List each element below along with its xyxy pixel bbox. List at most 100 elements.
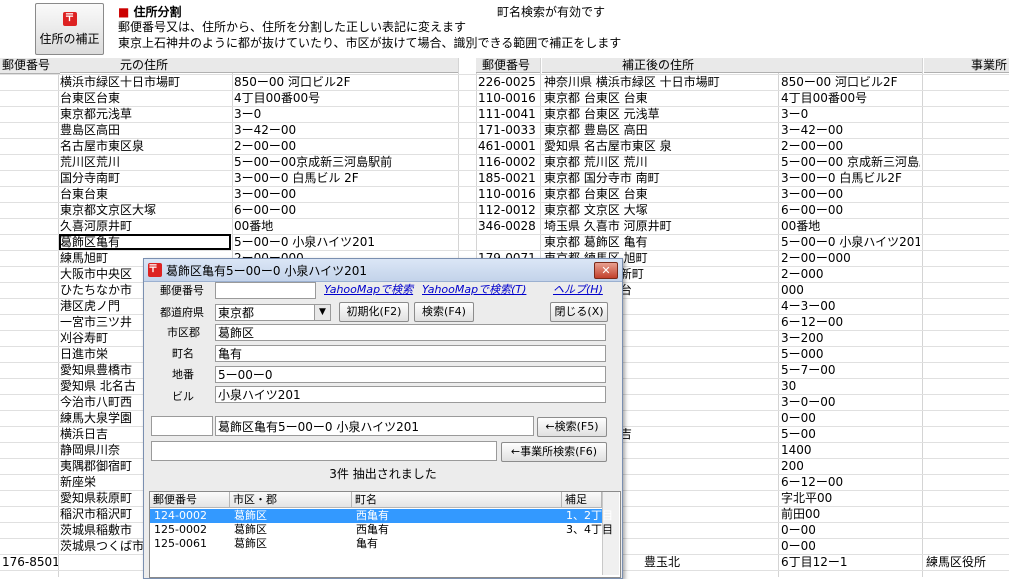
last-row-postal-left[interactable]: 176-8501 — [2, 554, 58, 570]
chevron-down-icon[interactable]: ▼ — [314, 305, 330, 320]
header-postal-right[interactable]: 郵便番号 — [476, 58, 540, 73]
corrected-detail-cell[interactable]: 850ー00 河口ビル2F — [781, 74, 920, 90]
corrected-postal-cell[interactable]: 461-0001 — [478, 138, 540, 154]
corrected-detail-cell[interactable]: 2ー00ー000 — [781, 250, 920, 266]
corrected-address-cell[interactable]: 神奈川県 横浜市緑区 十日市場町 — [544, 74, 776, 90]
corrected-postal-cell[interactable]: 112-0012 — [478, 202, 540, 218]
close-button[interactable]: 閉じる(X) — [550, 302, 608, 322]
corrected-postal-cell[interactable] — [478, 234, 540, 250]
original-detail-cell[interactable]: 2ー00ー00 — [234, 138, 456, 154]
corrected-address-cell[interactable]: 東京都 豊島区 高田 — [544, 122, 776, 138]
corrected-postal-cell[interactable]: 171-0033 — [478, 122, 540, 138]
corrected-address-cell[interactable]: 埼玉県 久喜市 河原井町 — [544, 218, 776, 234]
original-detail-cell[interactable]: 3ー00ー00 — [234, 186, 456, 202]
corrected-detail-cell[interactable]: 3ー0 — [781, 106, 920, 122]
last-row-address-right[interactable]: 豊玉北 — [644, 554, 778, 570]
corrected-address-cell[interactable]: 東京都 文京区 大塚 — [544, 202, 776, 218]
corrected-postal-cell[interactable]: 346-0028 — [478, 218, 540, 234]
original-detail-cell[interactable]: 5ー00ー00京成新三河島駅前 — [234, 154, 456, 170]
corrected-postal-cell[interactable]: 116-0002 — [478, 154, 540, 170]
corrected-detail-cell[interactable]: 5ー00 — [781, 426, 920, 442]
office-search-button[interactable]: ←事業所検索(F6) — [501, 442, 607, 462]
corrected-address-cell[interactable]: 東京都 葛飾区 亀有 — [544, 234, 776, 250]
postal-input[interactable] — [215, 282, 316, 299]
list-item[interactable]: 125-0002 葛飾区 西亀有 3、4丁目 — [150, 523, 613, 537]
search-button[interactable]: 検索(F4) — [414, 302, 474, 322]
corrected-address-cell[interactable]: 東京都 台東区 元浅草 — [544, 106, 776, 122]
corrected-detail-cell[interactable]: 5ー00ー0 小泉ハイツ201 — [781, 234, 920, 250]
list-header-postal[interactable]: 郵便番号 — [150, 492, 230, 508]
corrected-detail-cell[interactable]: 3ー42ー00 — [781, 122, 920, 138]
office-search-input[interactable] — [151, 441, 497, 461]
corrected-address-cell[interactable]: 東京都 国分寺市 南町 — [544, 170, 776, 186]
city-input[interactable]: 葛飾区 — [215, 324, 606, 341]
original-address-cell[interactable]: 台東台東 — [60, 186, 230, 202]
corrected-address-cell[interactable]: 東京都 台東区 台東 — [544, 90, 776, 106]
corrected-postal-cell[interactable]: 226-0025 — [478, 74, 540, 90]
corrected-detail-cell[interactable]: 000 — [781, 282, 920, 298]
corrected-detail-cell[interactable]: 5ー000 — [781, 346, 920, 362]
original-address-cell[interactable]: 名古屋市東区泉 — [60, 138, 230, 154]
corrected-detail-cell[interactable]: 200 — [781, 458, 920, 474]
original-detail-cell[interactable]: 3ー00ー0 白馬ビル 2F — [234, 170, 456, 186]
corrected-detail-cell[interactable]: 0ー00 — [781, 522, 920, 538]
header-original-address[interactable]: 元の住所 — [60, 58, 458, 73]
search-prefix-input[interactable] — [151, 416, 213, 436]
town-input[interactable]: 亀有 — [215, 345, 606, 362]
corrected-detail-cell[interactable]: 字北平00 — [781, 490, 920, 506]
corrected-postal-cell[interactable]: 110-0016 — [478, 186, 540, 202]
corrected-detail-cell[interactable]: 2ー000 — [781, 266, 920, 282]
corrected-address-cell[interactable]: 東京都 荒川区 荒川 — [544, 154, 776, 170]
corrected-address-cell[interactable]: 東京都 台東区 台東 — [544, 186, 776, 202]
original-address-cell[interactable]: 台東区台東 — [60, 90, 230, 106]
corrected-detail-cell[interactable]: 3ー00ー0 白馬ビル2F — [781, 170, 920, 186]
corrected-detail-cell[interactable]: 5ー7ー00 — [781, 362, 920, 378]
block-input[interactable]: 5ー00ー0 — [215, 366, 606, 383]
yahoo-map-search-t-link[interactable]: YahooMapで検索(T) — [422, 282, 526, 298]
original-address-cell[interactable]: 国分寺南町 — [60, 170, 230, 186]
corrected-detail-cell[interactable]: 3ー200 — [781, 330, 920, 346]
list-item[interactable]: 125-0061 葛飾区 亀有 — [150, 537, 602, 551]
original-address-cell[interactable]: 豊島区高田 — [60, 122, 230, 138]
corrected-detail-cell[interactable]: 3ー0ー00 — [781, 394, 920, 410]
original-address-cell[interactable]: 横浜市緑区十日市場町 — [60, 74, 230, 90]
list-item[interactable]: 124-0002 葛飾区 西亀有 1、2丁目 — [150, 509, 613, 523]
building-input[interactable]: 小泉ハイツ201 — [215, 386, 606, 403]
yahoo-map-search-link[interactable]: YahooMapで検索 — [324, 282, 413, 298]
corrected-postal-cell[interactable]: 111-0041 — [478, 106, 540, 122]
corrected-detail-cell[interactable]: 0ー00 — [781, 410, 920, 426]
init-button[interactable]: 初期化(F2) — [339, 302, 409, 322]
corrected-detail-cell[interactable]: 5ー00ー00 京成新三河島駅前 — [781, 154, 920, 170]
corrected-detail-cell[interactable]: 6ー12ー00 — [781, 474, 920, 490]
corrected-detail-cell[interactable]: 6ー12ー00 — [781, 314, 920, 330]
corrected-detail-cell[interactable]: 2ー00ー00 — [781, 138, 920, 154]
list-header-note[interactable]: 補足 — [562, 492, 602, 508]
corrected-detail-cell[interactable]: 00番地 — [781, 218, 920, 234]
original-detail-cell[interactable]: 4丁目00番00号 — [234, 90, 456, 106]
corrected-address-cell[interactable]: 愛知県 名古屋市東区 泉 — [544, 138, 776, 154]
corrected-detail-cell[interactable]: 6ー00ー00 — [781, 202, 920, 218]
original-detail-cell[interactable]: 00番地 — [234, 218, 456, 234]
corrected-detail-cell[interactable]: 4ー3ー00 — [781, 298, 920, 314]
original-detail-cell[interactable]: 850ー00 河口ビル2F — [234, 74, 456, 90]
original-detail-cell[interactable]: 5ー00ー0 小泉ハイツ201 — [234, 234, 456, 250]
original-address-cell[interactable]: 荒川区荒川 — [60, 154, 230, 170]
search-full-input[interactable]: 葛飾区亀有5ー00ー0 小泉ハイツ201 — [215, 416, 534, 436]
corrected-detail-cell[interactable]: 30 — [781, 378, 920, 394]
original-detail-cell[interactable]: 3ー0 — [234, 106, 456, 122]
corrected-postal-cell[interactable]: 110-0016 — [478, 90, 540, 106]
last-row-detail-right[interactable]: 6丁目12ー1 — [781, 554, 919, 570]
prefecture-select[interactable]: 東京都 ▼ — [215, 304, 331, 321]
header-office[interactable]: 事業所 — [924, 58, 1009, 73]
list-header-town[interactable]: 町名 — [352, 492, 562, 508]
last-row-office[interactable]: 練馬区役所 — [926, 554, 1006, 570]
original-address-cell[interactable]: 東京都文京区大塚 — [60, 202, 230, 218]
corrected-detail-cell[interactable]: 3ー00ー00 — [781, 186, 920, 202]
corrected-postal-cell[interactable]: 185-0021 — [478, 170, 540, 186]
original-detail-cell[interactable]: 3ー42ー00 — [234, 122, 456, 138]
dialog-titlebar[interactable]: 〒 葛飾区亀有5ー00ー0 小泉ハイツ201 ✕ — [144, 259, 622, 282]
corrected-detail-cell[interactable]: 0ー00 — [781, 538, 920, 554]
original-address-cell[interactable]: 東京都元浅草 — [60, 106, 230, 122]
address-correction-button[interactable]: 〒 住所の補正 — [35, 3, 104, 55]
header-postal-left[interactable]: 郵便番号 — [0, 58, 60, 74]
